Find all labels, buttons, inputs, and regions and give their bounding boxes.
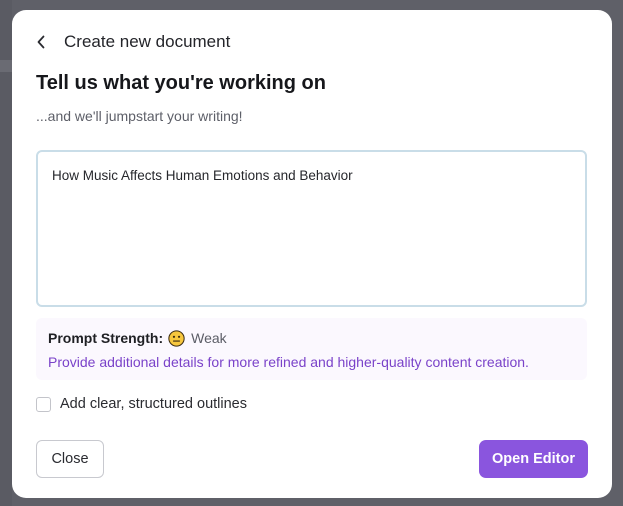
topic-input[interactable]: How Music Affects Human Emotions and Beh… bbox=[36, 150, 587, 307]
prompt-strength-hint: Provide additional details for more refi… bbox=[48, 354, 529, 370]
backdrop-left bbox=[0, 0, 12, 506]
prompt-strength-value: Weak bbox=[191, 330, 227, 346]
neutral-face-icon bbox=[168, 329, 185, 347]
back-button[interactable] bbox=[36, 32, 52, 52]
create-document-modal: Create new document Tell us what you're … bbox=[12, 10, 612, 498]
chevron-left-icon bbox=[37, 35, 45, 49]
close-button[interactable]: Close bbox=[36, 440, 104, 478]
prompt-strength-label: Prompt Strength: bbox=[48, 330, 164, 346]
page-subtitle: ...and we'll jumpstart your writing! bbox=[36, 108, 243, 124]
outline-checkbox-label[interactable]: Add clear, structured outlines bbox=[60, 396, 247, 412]
header-title: Create new document bbox=[64, 32, 231, 51]
prompt-strength-panel: Prompt Strength: Weak Provide additional… bbox=[36, 318, 587, 380]
modal-header: Create new document bbox=[36, 32, 230, 52]
open-editor-button[interactable]: Open Editor bbox=[479, 440, 588, 478]
outline-checkbox[interactable] bbox=[36, 396, 51, 412]
outline-option[interactable]: Add clear, structured outlines bbox=[36, 396, 247, 412]
backdrop-stripe bbox=[0, 60, 12, 72]
page-title: Tell us what you're working on bbox=[36, 72, 326, 94]
prompt-strength-row: Prompt Strength: Weak bbox=[48, 328, 575, 348]
